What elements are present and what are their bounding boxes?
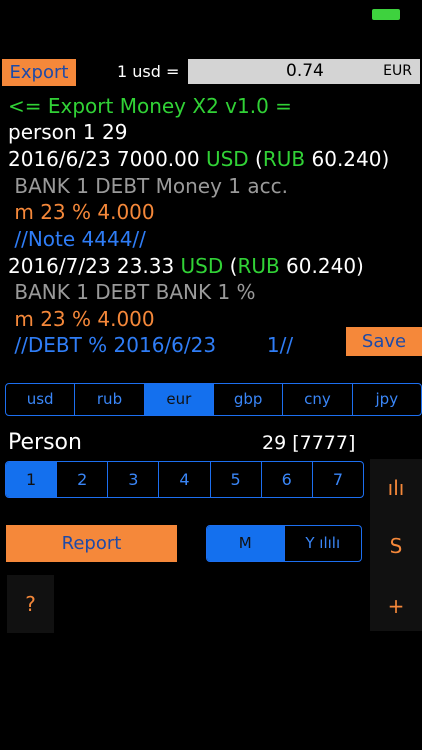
entry-currency: USD <box>205 147 249 171</box>
export-button[interactable]: Export <box>2 59 76 86</box>
log-entry-2-line: 2016/7/23 23.33 USD (RUB 60.240) <box>8 253 364 279</box>
person-tab-2[interactable]: 2 <box>56 462 107 497</box>
currency-tab-usd[interactable]: usd <box>6 384 74 415</box>
rate-label: 1 usd = <box>117 62 180 81</box>
entry-rate: 60.240) <box>279 254 364 278</box>
person-tab-5[interactable]: 5 <box>209 462 261 497</box>
log-header: <= Export Money X2 v1.0 = <box>8 94 292 118</box>
person-tab-7[interactable]: 7 <box>311 462 363 497</box>
report-button[interactable]: Report <box>6 525 177 562</box>
entry-alt-currency: RUB <box>262 147 306 171</box>
entry-currency: USD <box>180 254 224 278</box>
currency-tab-rub[interactable]: rub <box>74 384 143 415</box>
currency-tab-jpy[interactable]: jpy <box>351 384 421 415</box>
log-entry-2-account: BANK 1 DEBT BANK 1 % <box>8 280 256 304</box>
period-selector: M Y ılılı <box>206 525 362 562</box>
chart-button[interactable]: ılı <box>370 473 422 503</box>
help-button[interactable]: ? <box>7 575 54 633</box>
currency-tab-cny[interactable]: cny <box>282 384 351 415</box>
rate-value: 0.74 <box>286 61 324 81</box>
entry-paren: ( <box>248 147 263 171</box>
person-tab-6[interactable]: 6 <box>260 462 312 497</box>
exchange-rate-field[interactable]: 0.74 EUR <box>188 59 420 84</box>
person-label: Person <box>8 430 82 455</box>
person-tab-4[interactable]: 4 <box>158 462 209 497</box>
entry-date-amount: 2016/7/23 23.33 <box>8 254 181 278</box>
log-entry-1-account: BANK 1 DEBT Money 1 acc. <box>8 174 288 198</box>
log-person-line: person 1 29 <box>8 120 128 144</box>
log-entry-2-note: //DEBT % 2016/6/23 1// <box>8 333 294 357</box>
add-button[interactable]: + <box>370 591 422 621</box>
rate-currency-code: EUR <box>383 63 412 79</box>
period-tab-month[interactable]: M <box>207 526 284 561</box>
currency-tab-gbp[interactable]: gbp <box>212 384 282 415</box>
person-tab-1[interactable]: 1 <box>6 462 57 497</box>
sum-button[interactable]: S <box>370 531 422 561</box>
log-entry-1-line: 2016/6/23 7000.00 USD (RUB 60.240) <box>8 146 389 172</box>
entry-rate: 60.240) <box>305 147 390 171</box>
person-tab-3[interactable]: 3 <box>107 462 158 497</box>
entry-date-amount: 2016/6/23 7000.00 <box>8 147 206 171</box>
currency-selector: usd rub eur gbp cny jpy <box>5 383 422 416</box>
log-entry-1-metric: m 23 % 4.000 <box>8 200 155 224</box>
person-count: 29 [7777] <box>262 432 356 454</box>
currency-tab-eur[interactable]: eur <box>143 384 213 415</box>
period-tab-year[interactable]: Y ılılı <box>283 526 362 561</box>
person-selector: 1 2 3 4 5 6 7 <box>5 461 364 498</box>
log-entry-1-note: //Note 4444// <box>8 227 146 251</box>
log-entry-2-metric: m 23 % 4.000 <box>8 307 155 331</box>
side-panel: ılı S + <box>370 459 422 631</box>
entry-paren: ( <box>223 254 238 278</box>
save-button[interactable]: Save <box>346 327 422 356</box>
entry-alt-currency: RUB <box>237 254 280 278</box>
battery-icon <box>372 9 400 20</box>
